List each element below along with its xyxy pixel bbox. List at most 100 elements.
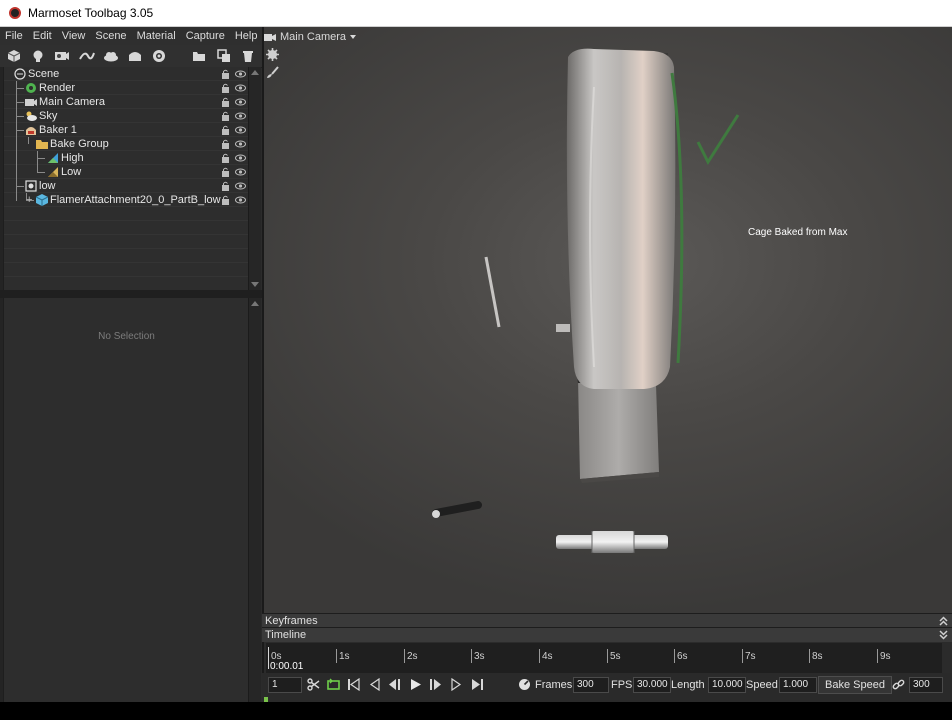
menu-file[interactable]: File [0,27,28,45]
menu-bar: File Edit View Scene Material Capture He… [0,27,262,45]
eye-icon[interactable] [235,84,246,92]
speed-icon[interactable] [518,678,531,691]
tree-item-high[interactable]: High [4,151,249,165]
chevron-down-icon[interactable] [939,630,948,640]
curve-icon[interactable] [78,48,96,64]
timeline-tick-label: 8s [812,651,823,662]
next-frame-icon[interactable] [429,678,442,691]
chevron-up-icon[interactable] [939,616,948,626]
fps-field[interactable]: 30.000 [633,677,671,693]
eye-icon[interactable] [235,196,246,204]
menu-capture[interactable]: Capture [181,27,230,45]
bake-speed-button[interactable]: Bake Speed [818,676,892,694]
prev-frame-icon[interactable] [388,678,401,691]
frames-field[interactable]: 300 [573,677,609,693]
tree-item-label: Sky [39,110,58,122]
lock-icon[interactable] [221,139,230,149]
eye-icon[interactable] [235,112,246,120]
lock-icon[interactable] [221,153,230,163]
tree-item-baker-1[interactable]: Baker 1 [4,123,249,137]
menu-edit[interactable]: Edit [28,27,57,45]
high-mesh-icon [48,153,58,163]
frame-field[interactable]: 1 [268,677,302,693]
eye-icon[interactable] [235,98,246,106]
trash-icon[interactable] [239,48,257,64]
timeline-tick-label: 4s [542,651,553,662]
turntable-icon[interactable] [150,48,168,64]
title-bar: Marmoset Toolbag 3.05 [0,0,952,27]
tree-item-main-camera[interactable]: Main Camera [4,95,249,109]
eye-icon[interactable] [235,126,246,134]
menu-help[interactable]: Help [230,27,263,45]
play-icon[interactable] [409,678,422,691]
tree-item-render[interactable]: Render [4,81,249,95]
loop-icon[interactable] [327,678,340,691]
eye-icon[interactable] [235,168,246,176]
step-forward-icon[interactable] [450,678,463,691]
menu-scene[interactable]: Scene [90,27,131,45]
tree-item-sky[interactable]: Sky [4,109,249,123]
tree-item-low-mesh[interactable]: Low [4,165,249,179]
length-field[interactable]: 10.000 [708,677,746,693]
tree-item-label: FlamerAttachment20_0_PartB_low [50,194,221,206]
panel-splitter[interactable] [0,290,262,298]
tree-item-bake-group[interactable]: Bake Group [4,137,249,151]
timeline-tick-label: 1s [339,651,350,662]
menu-material[interactable]: Material [132,27,181,45]
gear-icon[interactable] [266,48,279,61]
scene-toolbar [0,45,262,68]
timeline-tick [404,649,405,663]
camera-selector[interactable]: Main Camera [264,29,357,45]
sky-icon[interactable] [102,48,120,64]
tree-scrollbar[interactable] [248,67,261,290]
timeline-header[interactable]: Timeline [262,627,952,642]
timeline-ruler[interactable]: 0s 1s 2s 3s 4s 5s 6s 7s 8s 9s 0:00.01 [266,643,942,673]
lock-icon[interactable] [221,195,230,205]
tree-item-label: High [61,152,84,164]
eye-icon[interactable] [235,182,246,190]
folder-icon [36,140,48,149]
current-time: 0:00.01 [270,661,304,672]
baker-icon[interactable] [126,48,144,64]
duplicate-icon[interactable] [215,48,233,64]
expand-icon[interactable]: + [26,193,32,207]
mesh-icon[interactable] [5,48,23,64]
tree-item-label: Baker 1 [39,124,77,136]
link-icon[interactable] [892,678,905,691]
tree-item-low-object[interactable]: low [4,179,249,193]
tree-item-label: Low [61,166,82,178]
timeline-tick [877,649,878,663]
camera-add-icon[interactable] [53,48,71,64]
lock-icon[interactable] [221,181,230,191]
properties-scrollbar[interactable] [248,298,261,702]
folder-icon[interactable] [190,48,208,64]
lock-icon[interactable] [221,97,230,107]
lock-icon[interactable] [221,69,230,79]
speed-field[interactable]: 1.000 [779,677,817,693]
skip-start-icon[interactable] [347,678,360,691]
scissors-icon[interactable] [307,678,320,691]
no-selection-text: No Selection [98,331,155,342]
lock-icon[interactable] [221,167,230,177]
tree-item-scene[interactable]: Scene [4,67,249,81]
step-back-icon[interactable] [368,678,381,691]
scroll-up-icon[interactable] [251,301,259,306]
eye-icon[interactable] [235,154,246,162]
lock-icon[interactable] [221,83,230,93]
scroll-up-icon[interactable] [251,70,259,75]
eye-icon[interactable] [235,70,246,78]
playhead[interactable] [268,647,269,669]
length-label: Length [671,679,705,691]
eye-icon[interactable] [235,140,246,148]
viewport[interactable]: Main Camera Cage Baked from Max [264,27,952,613]
lock-icon[interactable] [221,125,230,135]
skip-end-icon[interactable] [471,678,484,691]
bake-frames-field[interactable]: 300 [909,677,943,693]
keyframes-header[interactable]: Keyframes [262,613,952,628]
light-icon[interactable] [29,48,47,64]
lock-icon[interactable] [221,111,230,121]
menu-view[interactable]: View [57,27,91,45]
scroll-down-icon[interactable] [251,282,259,287]
brush-icon[interactable] [266,66,279,79]
tree-item-flamer-attachment[interactable]: + FlamerAttachment20_0_PartB_low [4,193,249,207]
